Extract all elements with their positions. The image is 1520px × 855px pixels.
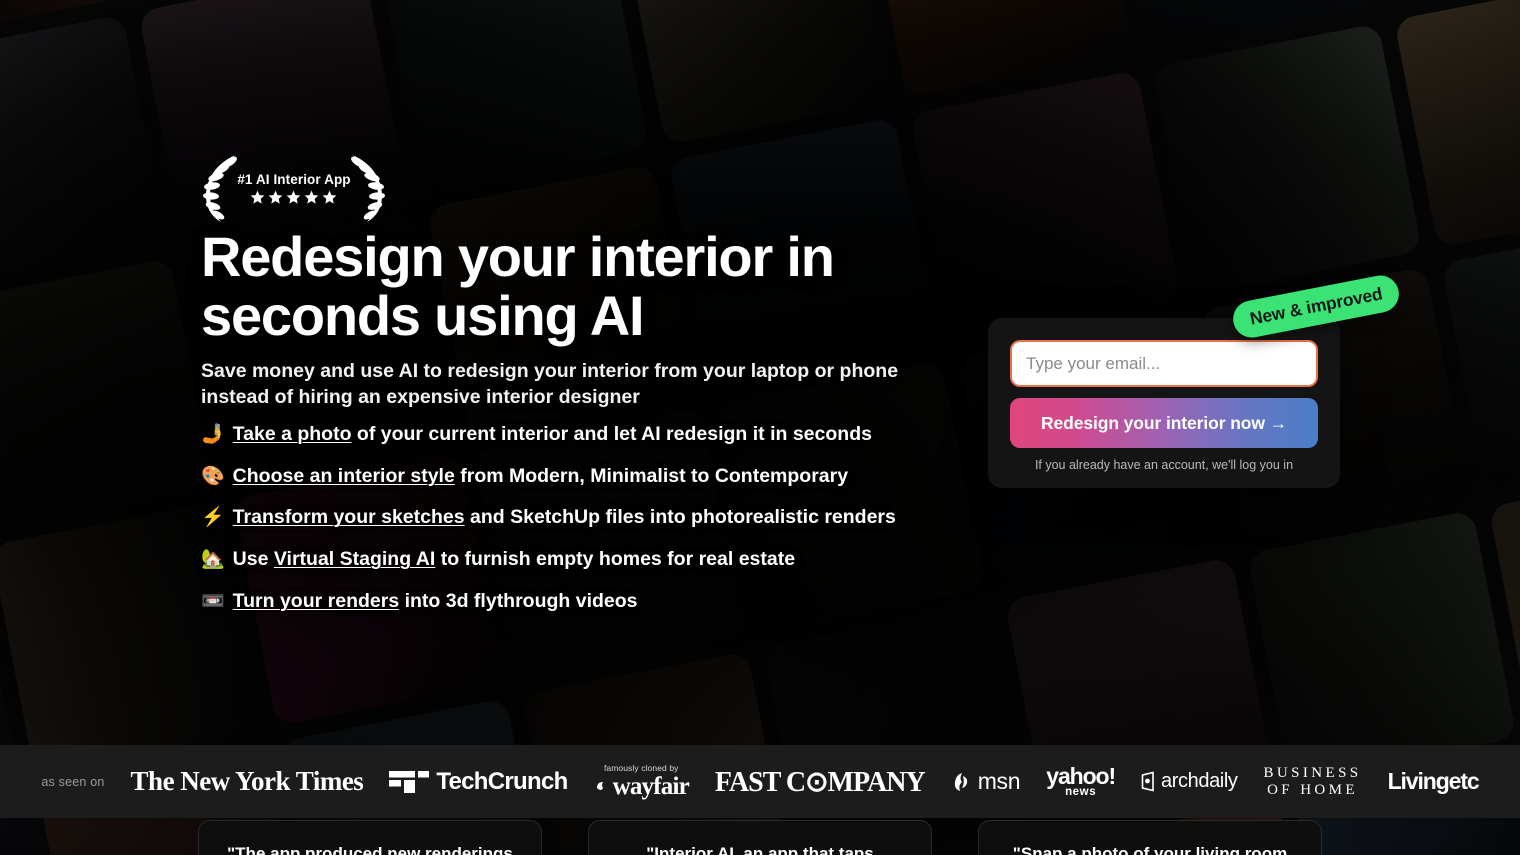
logo-yahoo-text: yahoo!: [1046, 762, 1116, 789]
wayfair-mark-icon: [596, 781, 603, 790]
logo-archdaily: archdaily: [1141, 770, 1238, 793]
email-input[interactable]: [1010, 340, 1318, 387]
star-icon: [323, 190, 337, 204]
feature-text: Transform your sketches and SketchUp fil…: [232, 506, 896, 529]
page-title: Redesign your interior in seconds using …: [201, 225, 835, 347]
logo-techcrunch-text: TechCrunch: [436, 767, 568, 795]
feature-item: 🏡 Use Virtual Staging AI to furnish empty…: [201, 547, 941, 573]
award-star-rating: [250, 190, 337, 205]
logo-fast-company: FAST C⊙MPANY: [714, 766, 926, 798]
testimonial-card: "Interior AI, an app that taps: [588, 820, 932, 855]
testimonial-row: "The app produced new renderings in "Inte…: [0, 820, 1520, 855]
feature-text: Take a photo of your current interior an…: [232, 423, 872, 445]
award-badge: #1 AI Interior App: [200, 152, 388, 224]
testimonial-quote: "Snap a photo of your living room: [1012, 844, 1288, 855]
logo-business-of-home: BUSINESS OF HOME: [1264, 765, 1362, 798]
zap-emoji: ⚡: [201, 507, 225, 529]
palette-emoji: 🎨: [201, 465, 225, 487]
feature-item: 🎨 Choose an interior style from Modern, M…: [201, 464, 941, 490]
star-icon: [269, 190, 283, 204]
feature-text: Choose an interior style from Modern, Mi…: [232, 464, 849, 487]
star-icon: [305, 190, 319, 204]
as-seen-on-label: as seen on: [41, 774, 105, 789]
press-logo-strip: as seen on The New York Times TechCrunch…: [0, 745, 1520, 818]
archdaily-mark-icon: [1141, 771, 1154, 792]
logo-techcrunch: TechCrunch: [389, 767, 568, 796]
award-badge-title: #1 AI Interior App: [237, 171, 351, 187]
logo-the-new-york-times: The New York Times: [130, 766, 364, 796]
feature-link[interactable]: Transform your sketches: [233, 506, 465, 528]
award-badge-content: #1 AI Interior App: [237, 171, 351, 205]
logo-livingetc: Livingetc: [1387, 768, 1480, 794]
feature-link[interactable]: Take a photo: [233, 423, 352, 445]
boh-line-2: OF HOME: [1267, 781, 1358, 798]
testimonial-card: "The app produced new renderings in: [198, 820, 542, 855]
techcrunch-mark-icon: [389, 770, 430, 793]
logo-yahoo-news: yahoo! news: [1046, 762, 1116, 798]
login-note: If you already have an account, we'll lo…: [1034, 458, 1294, 472]
laurel-wreath-icon: [203, 155, 237, 222]
logo-msn: msn: [951, 768, 1021, 795]
feature-list: 🤳 Take a photo of your current interior a…: [201, 422, 941, 631]
star-icon: [287, 190, 301, 204]
boh-line-1: BUSINESS: [1263, 765, 1362, 781]
logo-wayfair-text: wayfair: [612, 773, 690, 801]
testimonial-quote: "Interior AI, an app that taps: [646, 844, 874, 855]
testimonial-card: "Snap a photo of your living room: [978, 820, 1322, 855]
house-with-garden-emoji: 🏡: [201, 549, 225, 571]
hero-subheadline: Save money and use AI to redesign your i…: [201, 360, 899, 408]
feature-text: Turn your renders into 3d flythrough vid…: [232, 589, 638, 612]
testimonial-quote: "The app produced new renderings in: [227, 844, 513, 855]
logo-archdaily-text: archdaily: [1161, 770, 1238, 792]
landing-page: #1 AI Interior App Redesign your interio…: [0, 0, 1520, 855]
logo-msn-text: msn: [977, 768, 1021, 794]
selfie-emoji: 🤳: [201, 424, 225, 445]
feature-item: 🤳 Take a photo of your current interior a…: [201, 422, 941, 448]
feature-text: Use Virtual Staging AI to furnish empty …: [232, 548, 796, 571]
feature-link[interactable]: Virtual Staging AI: [274, 548, 435, 570]
laurel-wreath-icon: [351, 155, 385, 222]
feature-link[interactable]: Choose an interior style: [233, 465, 455, 487]
videotape-emoji: 📼: [201, 590, 225, 612]
redesign-now-button[interactable]: Redesign your interior now →: [1010, 398, 1318, 448]
star-icon: [251, 190, 265, 204]
feature-link[interactable]: Turn your renders: [233, 590, 400, 612]
feature-item: ⚡ Transform your sketches and SketchUp fi…: [201, 505, 941, 531]
feature-item: 📼 Turn your renders into 3d flythrough vi…: [201, 589, 941, 615]
msn-butterfly-icon: [954, 772, 967, 791]
wayfair-tagline: famously cloned by: [603, 762, 679, 773]
logo-wayfair: famously cloned by wayfair: [594, 762, 690, 801]
signup-card: Redesign your interior now → If you alre…: [988, 318, 1340, 488]
logo-yahoo-news-sub: news: [1065, 785, 1097, 798]
